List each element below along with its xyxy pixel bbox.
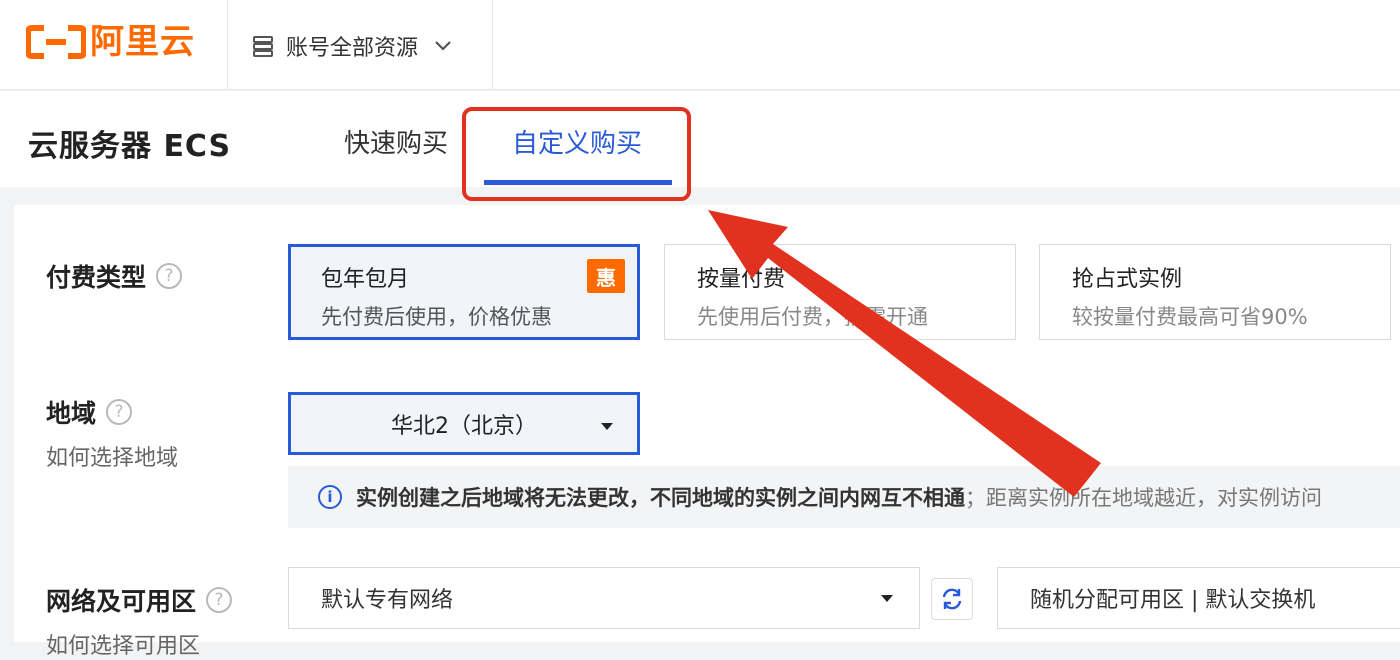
region-dropdown[interactable]: 华北2（北京） bbox=[288, 392, 640, 455]
topbar-divider bbox=[492, 0, 493, 90]
refresh-button[interactable] bbox=[931, 578, 973, 620]
chevron-down-icon bbox=[435, 41, 451, 51]
refresh-icon bbox=[942, 588, 962, 610]
billing-option-title: 抢占式实例 bbox=[1072, 267, 1183, 292]
server-stack-icon bbox=[253, 36, 273, 57]
zone-help-link[interactable]: 如何选择可用区 bbox=[46, 628, 200, 660]
resource-scope-label: 账号全部资源 bbox=[286, 36, 419, 61]
brand-name: 阿里云 bbox=[90, 22, 195, 62]
aliyun-logo-icon bbox=[26, 25, 86, 59]
region-text: 地域 bbox=[46, 399, 97, 428]
page-header: 云服务器 ECS 快速购买 自定义购买 bbox=[0, 91, 1400, 187]
info-icon: i bbox=[318, 485, 342, 509]
region-selected-value: 华北2（北京） bbox=[391, 413, 537, 439]
region-label: 地域 ? bbox=[46, 394, 133, 430]
caret-down-icon bbox=[881, 595, 893, 602]
tab-quick-purchase[interactable]: 快速购买 bbox=[344, 123, 448, 160]
discount-badge: 惠 bbox=[587, 259, 625, 293]
topbar-divider bbox=[227, 0, 228, 90]
billing-option-preemptible[interactable]: 抢占式实例 较按量付费最高可省90% bbox=[1039, 244, 1391, 340]
region-notice: i 实例创建之后地域将无法更改，不同地域的实例之间内网互不相通 ；距离实例所在地… bbox=[288, 466, 1400, 528]
question-icon[interactable]: ? bbox=[206, 587, 233, 613]
question-icon[interactable]: ? bbox=[106, 399, 133, 425]
notice-text: ；距离实例所在地域越近，对实例访问 bbox=[965, 486, 1322, 510]
vpc-dropdown[interactable]: 默认专有网络 bbox=[288, 567, 920, 629]
vpc-selected-value: 默认专有网络 bbox=[321, 588, 454, 613]
network-zone-label: 网络及可用区 ? bbox=[46, 582, 233, 618]
billing-type-text: 付费类型 bbox=[46, 263, 147, 292]
billing-option-subscription[interactable]: 包年包月 先付费后使用，价格优惠 惠 bbox=[288, 244, 640, 340]
caret-down-icon bbox=[601, 423, 613, 430]
notice-bold-text: 实例创建之后地域将无法更改，不同地域的实例之间内网互不相通 bbox=[356, 486, 965, 510]
annotation-highlight-box bbox=[462, 107, 691, 201]
resource-scope-selector[interactable]: 账号全部资源 bbox=[252, 28, 452, 64]
billing-option-pay-as-you-go[interactable]: 按量付费 先使用后付费，按需开通 bbox=[664, 244, 1016, 340]
billing-option-title: 按量付费 bbox=[697, 267, 786, 292]
billing-type-label: 付费类型 ? bbox=[46, 258, 183, 294]
question-icon[interactable]: ? bbox=[156, 263, 183, 289]
region-help-link[interactable]: 如何选择地域 bbox=[46, 440, 178, 472]
page-title: 云服务器 ECS bbox=[28, 129, 232, 164]
network-zone-text: 网络及可用区 bbox=[46, 587, 197, 616]
zone-selected-value: 随机分配可用区 | 默认交换机 bbox=[1030, 588, 1316, 613]
aliyun-logo[interactable]: 阿里云 bbox=[26, 22, 195, 62]
billing-option-desc: 先付费后使用，价格优惠 bbox=[321, 305, 552, 329]
billing-option-desc: 较按量付费最高可省90% bbox=[1072, 305, 1308, 329]
billing-option-desc: 先使用后付费，按需开通 bbox=[697, 305, 928, 329]
top-navigation-bar: 阿里云 账号全部资源 bbox=[0, 0, 1400, 90]
zone-dropdown[interactable]: 随机分配可用区 | 默认交换机 bbox=[997, 567, 1400, 629]
